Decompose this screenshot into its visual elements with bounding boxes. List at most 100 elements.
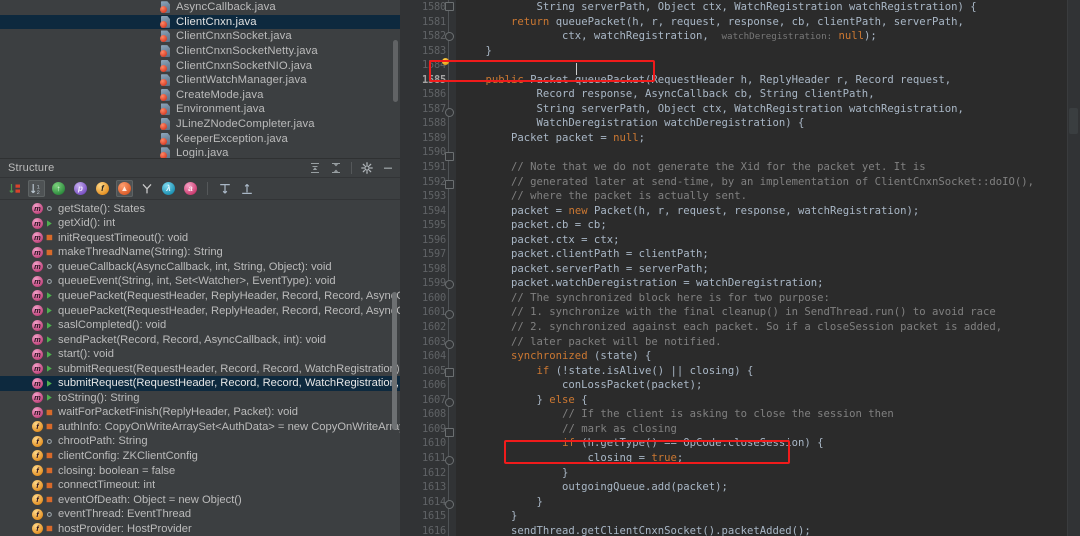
gear-icon[interactable] [361, 162, 373, 175]
structure-item[interactable]: m toString(): String [0, 391, 400, 406]
autoscroll-to-source-icon[interactable] [216, 180, 233, 197]
sort-by-visibility-icon[interactable] [6, 180, 23, 197]
project-tree-scrollbar[interactable] [393, 40, 398, 102]
show-annotations-icon[interactable]: a [182, 180, 199, 197]
visibility-public-icon [46, 335, 58, 344]
structure-item[interactable]: f closing: boolean = false [0, 463, 400, 478]
structure-scrollbar[interactable] [392, 292, 397, 431]
field-icon: f [32, 523, 43, 535]
editor-gutter[interactable]: 1580 1581 1582 1583 1584 1585 1586 1587 1588 1589… [400, 0, 456, 536]
tree-item-label: ClientWatchManager.java [176, 74, 307, 87]
tree-item[interactable]: KeeperException.java [0, 131, 400, 146]
code-line: // 1. synchronize with the final cleanup… [511, 306, 996, 319]
structure-item[interactable]: m start(): void [0, 347, 400, 362]
visibility-private-icon [46, 408, 58, 417]
show-non-public-icon[interactable]: ▲ [116, 180, 133, 198]
structure-item[interactable]: f chrootPath: String [0, 434, 400, 449]
show-fields-icon[interactable]: f [94, 180, 111, 197]
structure-item-label: queuePacket(RequestHeader, ReplyHeader, … [58, 289, 400, 302]
method-icon: m [32, 377, 43, 389]
method-icon: m [32, 203, 43, 215]
code-line: } [460, 495, 543, 508]
ide-window: AsyncCallback.java ClientCnxn.java ClientC… [0, 0, 1080, 536]
structure-item[interactable]: m queueEvent(String, int, Set<Watcher>, E… [0, 274, 400, 289]
structure-item[interactable]: m sendPacket(Record, Record, AsyncCallbac… [0, 332, 400, 347]
tree-item-label: ClientCnxnSocketNetty.java [176, 45, 318, 58]
structure-item[interactable]: m queuePacket(RequestHeader, ReplyHeader,… [0, 303, 400, 318]
method-icon: m [32, 334, 43, 346]
tree-item-label: KeeperException.java [176, 132, 288, 145]
tree-item[interactable]: ClientCnxnSocketNetty.java [0, 44, 400, 59]
autoscroll-from-source-icon[interactable] [238, 180, 255, 197]
show-inherited-icon[interactable]: ↑ [50, 180, 67, 197]
method-icon: m [32, 246, 43, 258]
tree-item[interactable]: JLineZNodeCompleter.java [0, 117, 400, 132]
code-line: sendThread.getClientCnxnSocket().packetA… [460, 524, 811, 536]
structure-item[interactable]: m getXid(): int [0, 216, 400, 231]
tree-item[interactable]: ClientCnxnSocket.java [0, 29, 400, 44]
structure-item[interactable]: m getState(): States [0, 201, 400, 216]
structure-item-label: getXid(): int [58, 217, 116, 230]
minimize-icon[interactable] [382, 162, 394, 174]
code-line: packet.ctx = ctx; [460, 233, 620, 246]
show-properties-icon[interactable]: p [72, 180, 89, 197]
tree-item-label: AsyncCallback.java [176, 1, 276, 14]
structure-item-label: chrootPath: String [58, 435, 148, 448]
structure-item[interactable]: f authInfo: CopyOnWriteArraySet<AuthData>… [0, 420, 400, 435]
structure-item[interactable]: m initRequestTimeout(): void [0, 231, 400, 246]
expand-all-icon[interactable] [309, 162, 321, 174]
tree-item[interactable]: CreateMode.java [0, 88, 400, 103]
visibility-public-icon [46, 364, 58, 373]
tree-item[interactable]: ClientWatchManager.java [0, 73, 400, 88]
field-icon: f [32, 465, 43, 477]
structure-item[interactable]: f eventOfDeath: Object = new Object() [0, 492, 400, 507]
editor-scroll-thumb[interactable] [1069, 108, 1078, 134]
code-line: // mark as closing [562, 422, 677, 435]
code-text-area[interactable]: String serverPath, Object ctx, WatchRegi… [456, 0, 1080, 536]
show-lambdas-icon[interactable]: λ [160, 180, 177, 197]
structure-item[interactable]: m submitRequest(RequestHeader, Record, Re… [0, 361, 400, 376]
java-file-icon [160, 15, 171, 28]
structure-item[interactable]: m makeThreadName(String): String [0, 245, 400, 260]
code-editor[interactable]: 1580 1581 1582 1583 1584 1585 1586 1587 1588 1589… [400, 0, 1080, 536]
structure-item[interactable]: m waitForPacketFinish(ReplyHeader, Packet… [0, 405, 400, 420]
show-anonymous-icon[interactable] [138, 180, 155, 197]
structure-item[interactable]: f hostProvider: HostProvider [0, 521, 400, 536]
code-line: packet.clientPath = clientPath; [460, 248, 709, 261]
code-line: return queuePacket(h, r, request, respon… [511, 15, 964, 28]
structure-item-label: eventThread: EventThread [58, 508, 192, 521]
structure-item[interactable]: m queueCallback(AsyncCallback, int, Strin… [0, 260, 400, 275]
tree-item[interactable]: Login.java [0, 146, 400, 159]
tree-item[interactable]: ClientCnxnSocketNIO.java [0, 58, 400, 73]
svg-text:2: 2 [36, 190, 39, 196]
code-folding-rail[interactable] [442, 0, 455, 536]
code-line: Packet packet = null; [460, 131, 645, 144]
structure-member-list[interactable]: m getState(): States m getXid(): int m initRe… [0, 200, 400, 536]
structure-item-label: closing: boolean = false [58, 464, 176, 477]
tree-item[interactable]: Environment.java [0, 102, 400, 117]
editor-scroll-rail[interactable] [1067, 0, 1080, 536]
structure-item[interactable]: m queuePacket(RequestHeader, ReplyHeader,… [0, 289, 400, 304]
structure-item[interactable]: f clientConfig: ZKClientConfig [0, 449, 400, 464]
structure-item-label: submitRequest(RequestHeader, Record, Rec… [58, 362, 400, 375]
sort-alphabetically-icon[interactable]: 1 2 [28, 180, 45, 198]
collapse-all-icon[interactable] [330, 162, 342, 174]
tree-item-label: JLineZNodeCompleter.java [176, 118, 315, 131]
visibility-package-icon [46, 262, 58, 271]
tree-item[interactable]: AsyncCallback.java [0, 0, 400, 15]
code-line: packet.watchDeregistration = watchDeregi… [460, 277, 824, 290]
structure-item[interactable]: m saslCompleted(): void [0, 318, 400, 333]
visibility-private-icon [46, 451, 58, 460]
structure-item[interactable]: f connectTimeout: int [0, 478, 400, 493]
breakpoint-marker[interactable] [442, 58, 449, 65]
project-file-tree[interactable]: AsyncCallback.java ClientCnxn.java ClientC… [0, 0, 400, 159]
tree-item-label: ClientCnxn.java [176, 15, 257, 28]
structure-item-label: submitRequest(RequestHeader, Record, Rec… [58, 377, 400, 390]
tree-item[interactable]: ClientCnxn.java [0, 14, 400, 30]
structure-item[interactable]: f eventThread: EventThread [0, 507, 400, 522]
structure-item-label: queuePacket(RequestHeader, ReplyHeader, … [58, 304, 400, 317]
visibility-public-icon [46, 306, 58, 315]
structure-item[interactable]: m submitRequest(RequestHeader, Record, Re… [0, 375, 400, 391]
structure-item-label: hostProvider: HostProvider [58, 522, 192, 535]
